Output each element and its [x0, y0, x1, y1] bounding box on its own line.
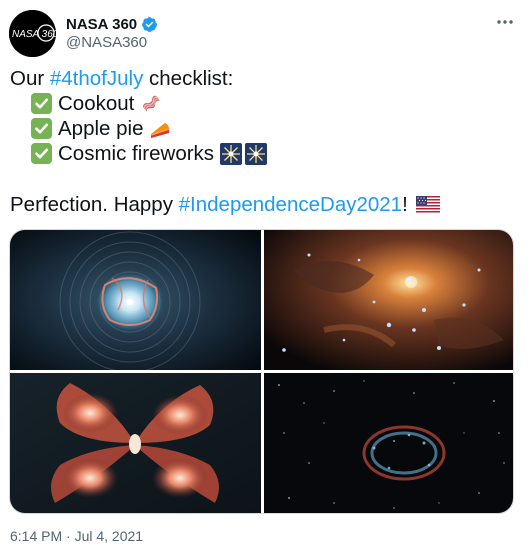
media-image-1[interactable]: [10, 230, 261, 370]
display-name[interactable]: NASA 360: [66, 16, 137, 33]
hashtag-independenceday2021[interactable]: #IndependenceDay2021: [179, 192, 402, 217]
avatar[interactable]: NASA 360: [9, 10, 56, 57]
checklist-item-cosmic-fireworks: Cosmic fireworks: [10, 141, 522, 166]
tweet-text: Our #4thofJuly checklist: Cookout Apple …: [10, 66, 522, 217]
media-image-3[interactable]: [10, 373, 261, 513]
hashtag-4thofjuly[interactable]: #4thofJuly: [50, 66, 143, 91]
checklist-item-label: Cookout: [58, 92, 135, 115]
media-image-2[interactable]: [264, 230, 513, 370]
tweet-line-5: Perfection. Happy #IndependenceDay2021!: [10, 192, 522, 217]
line1-prefix: Our: [10, 67, 50, 90]
more-icon: [497, 20, 513, 24]
checklist-item-apple-pie: Apple pie: [10, 116, 522, 141]
sparkler-icon: [245, 142, 268, 165]
avatar-text: NASA 360: [12, 29, 56, 40]
us-flag-icon: [415, 195, 440, 214]
more-options-button[interactable]: [490, 12, 520, 32]
verified-badge-icon: [142, 16, 158, 32]
checklist-item-label: Apple pie: [58, 117, 144, 140]
author-handle[interactable]: @NASA360: [66, 34, 147, 51]
media-image-4[interactable]: [264, 373, 513, 513]
pie-icon: [151, 122, 170, 138]
sparkler-icon: [220, 142, 243, 165]
check-mark-icon: [31, 118, 52, 139]
check-mark-icon: [31, 93, 52, 114]
line1-suffix: checklist:: [143, 67, 234, 90]
checklist-item-label: Cosmic fireworks: [58, 142, 215, 165]
check-mark-icon: [31, 143, 52, 164]
tweet: NASA 360 NASA 360 @NASA360 Our #4thofJul…: [0, 0, 531, 556]
media-grid: [9, 229, 514, 514]
author-name-row: NASA 360: [66, 14, 158, 34]
tweet-timestamp[interactable]: 6:14 PM · Jul 4, 2021: [10, 528, 143, 544]
line5-prefix: Perfection. Happy: [10, 193, 179, 216]
line5-suffix: !: [402, 193, 408, 216]
checklist-item-cookout: Cookout: [10, 91, 522, 116]
bacon-icon: [143, 95, 161, 111]
tweet-line-1: Our #4thofJuly checklist:: [10, 66, 522, 91]
